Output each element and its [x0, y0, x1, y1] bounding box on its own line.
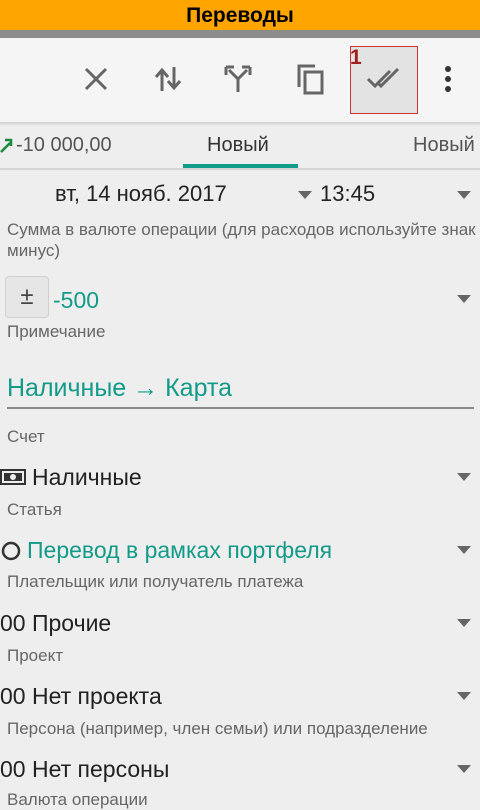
action-toolbar: 1: [0, 38, 480, 122]
more-options-button[interactable]: [416, 46, 480, 112]
tab-next[interactable]: Новый: [413, 134, 475, 157]
category-dropdown-icon[interactable]: [457, 546, 471, 554]
project-label: Проект: [7, 646, 63, 665]
copy-button[interactable]: [278, 46, 342, 112]
note-underline: [7, 407, 474, 409]
title-divider: [0, 30, 480, 38]
annotation-badge: 1: [350, 46, 362, 69]
project-dropdown-icon[interactable]: [457, 692, 471, 700]
tabs-divider: [0, 168, 480, 170]
close-button[interactable]: [64, 46, 128, 112]
date-dropdown-icon[interactable]: [298, 191, 312, 199]
person-field[interactable]: 00 Нет персоны: [0, 756, 169, 783]
time-field[interactable]: 13:45: [320, 181, 375, 207]
copy-icon: [297, 64, 324, 95]
double-check-icon: [366, 67, 400, 89]
account-label: Счет: [7, 427, 45, 446]
window-title: Переводы: [0, 0, 480, 30]
category-field[interactable]: Перевод в рамках портфеля: [27, 537, 332, 564]
person-label: Персона (например, член семьи) или подра…: [7, 719, 428, 738]
close-icon: [84, 67, 108, 91]
time-dropdown-icon[interactable]: [457, 191, 471, 199]
account-field[interactable]: Наличные: [32, 464, 142, 491]
more-vertical-icon: [445, 66, 451, 92]
date-field[interactable]: вт, 14 нояб. 2017: [55, 181, 227, 207]
amount-label: Сумма в валюте операции (для расходов ис…: [7, 220, 476, 260]
transfer-out-icon: [0, 138, 13, 153]
note-label: Примечание: [7, 322, 106, 341]
category-label: Статья: [7, 500, 62, 519]
sign-toggle-button[interactable]: ±: [5, 276, 49, 318]
account-dropdown-icon[interactable]: [457, 473, 471, 481]
payee-label: Плательщик или получатель платежа: [7, 572, 304, 591]
cash-icon: [0, 469, 26, 485]
circle-icon: [1, 541, 21, 561]
amount-dropdown-icon[interactable]: [457, 295, 471, 303]
note-input[interactable]: Наличные → Карта: [7, 374, 232, 403]
amount-input[interactable]: -500: [53, 287, 99, 314]
split-arrows-icon: [224, 65, 252, 92]
tab-previous[interactable]: -10 000,00: [16, 134, 112, 157]
split-button[interactable]: [206, 46, 270, 112]
project-field[interactable]: 00 Нет проекта: [0, 683, 162, 710]
swap-button[interactable]: [136, 46, 200, 112]
tab-current[interactable]: Новый: [207, 134, 269, 157]
swap-vertical-icon: [154, 67, 182, 91]
person-dropdown-icon[interactable]: [457, 765, 471, 773]
payee-dropdown-icon[interactable]: [457, 619, 471, 627]
toolbar-shadow: [0, 122, 480, 126]
payee-field[interactable]: 00 Прочие: [0, 610, 111, 637]
